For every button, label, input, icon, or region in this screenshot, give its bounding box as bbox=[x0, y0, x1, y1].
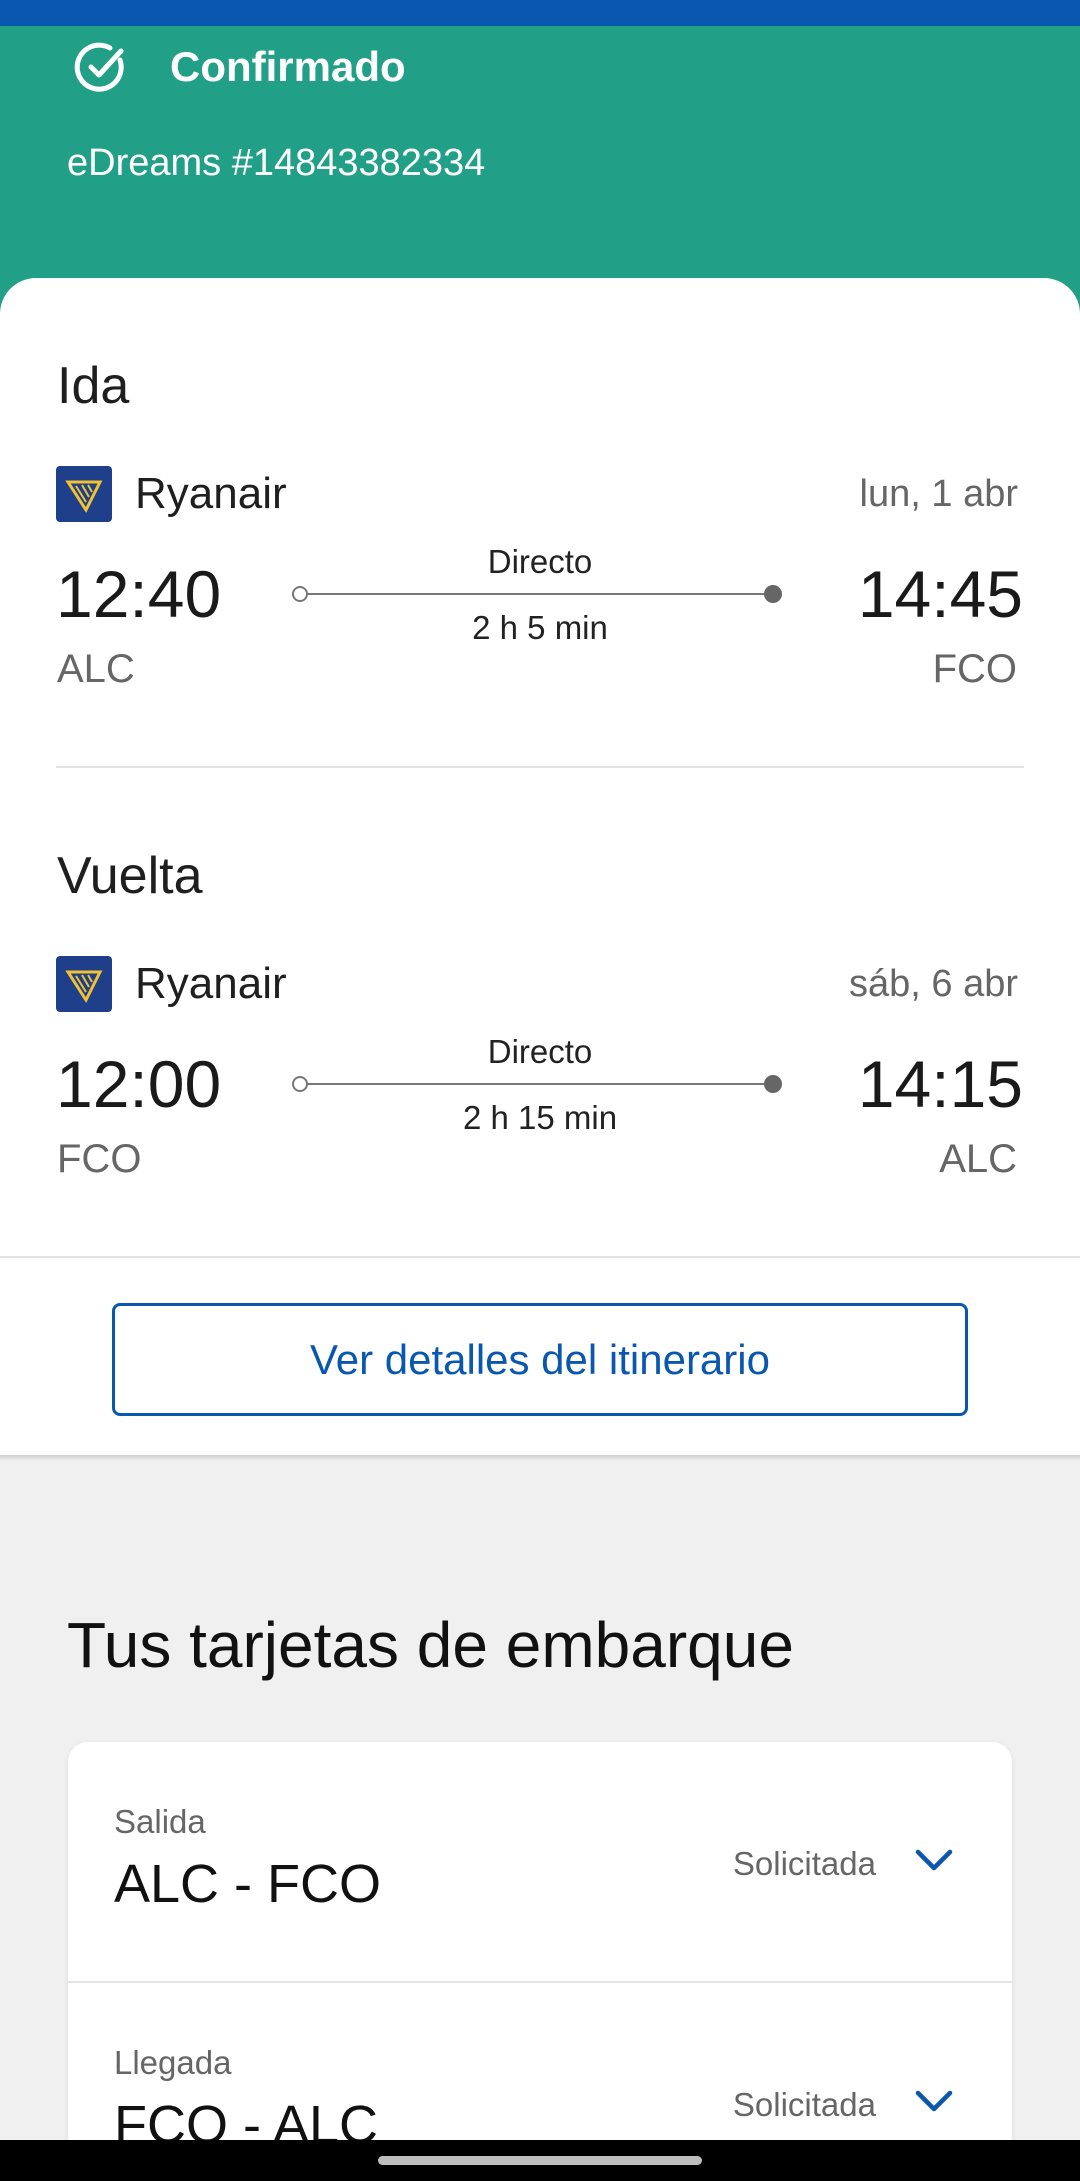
arrival-airport: FCO bbox=[932, 647, 1017, 691]
boarding-pass-kind: Salida bbox=[114, 1803, 206, 1840]
home-gesture-handle[interactable] bbox=[378, 2156, 702, 2165]
flight-date: sáb, 6 abr bbox=[849, 963, 1018, 1005]
route-line bbox=[292, 1074, 782, 1094]
airline-name: Ryanair bbox=[135, 469, 287, 518]
departure-time: 12:00 bbox=[56, 1047, 222, 1121]
check-circle-icon bbox=[74, 42, 124, 92]
stops-label: Directo bbox=[487, 543, 593, 580]
boarding-passes-card: Salida ALC - FCO Solicitada Llegada FCO … bbox=[68, 1742, 1012, 2181]
arrival-time: 14:15 bbox=[857, 1047, 1023, 1121]
airline-name: Ryanair bbox=[135, 959, 287, 1008]
airline-logo bbox=[56, 956, 112, 1012]
arrival-airport: ALC bbox=[939, 1137, 1017, 1181]
leg-title: Vuelta bbox=[57, 847, 203, 905]
itinerary-card: Ida Ryanair lun, 1 abr 12:40 Directo 2 h… bbox=[0, 278, 1080, 1458]
departure-airport: ALC bbox=[57, 647, 135, 691]
arrival-time: 14:45 bbox=[857, 557, 1023, 631]
booking-reference: eDreams #14843382334 bbox=[67, 142, 486, 184]
boarding-pass-kind: Llegada bbox=[114, 2044, 232, 2081]
flight-date: lun, 1 abr bbox=[859, 473, 1018, 515]
route-line bbox=[292, 584, 782, 604]
airline-logo bbox=[56, 466, 112, 522]
system-navigation-bar bbox=[0, 2140, 1080, 2181]
chevron-down-icon[interactable] bbox=[914, 1846, 954, 1874]
card-divider bbox=[0, 1256, 1080, 1258]
boarding-pass-route: ALC - FCO bbox=[114, 1854, 382, 1914]
booking-status: Confirmado bbox=[170, 43, 406, 90]
duration-label: 2 h 15 min bbox=[462, 1099, 618, 1136]
chevron-down-icon[interactable] bbox=[914, 2087, 954, 2115]
boarding-passes-title: Tus tarjetas de embarque bbox=[67, 1609, 794, 1681]
boarding-pass-status: Solicitada bbox=[732, 1845, 876, 1882]
leg-divider bbox=[56, 766, 1024, 768]
departure-time: 12:40 bbox=[56, 557, 222, 631]
departure-airport: FCO bbox=[57, 1137, 142, 1181]
leg-title: Ida bbox=[57, 357, 130, 415]
itinerary-details-button[interactable]: Ver detalles del itinerario bbox=[112, 1303, 968, 1416]
boarding-pass-row[interactable]: Salida ALC - FCO Solicitada bbox=[68, 1742, 1012, 1983]
duration-label: 2 h 5 min bbox=[472, 609, 608, 646]
status-bar bbox=[0, 0, 1080, 26]
ryanair-harp-icon bbox=[65, 970, 103, 1004]
ryanair-harp-icon bbox=[65, 480, 103, 514]
boarding-pass-status: Solicitada bbox=[732, 2086, 876, 2123]
section-shadow bbox=[0, 1455, 1080, 1461]
stops-label: Directo bbox=[487, 1033, 593, 1070]
